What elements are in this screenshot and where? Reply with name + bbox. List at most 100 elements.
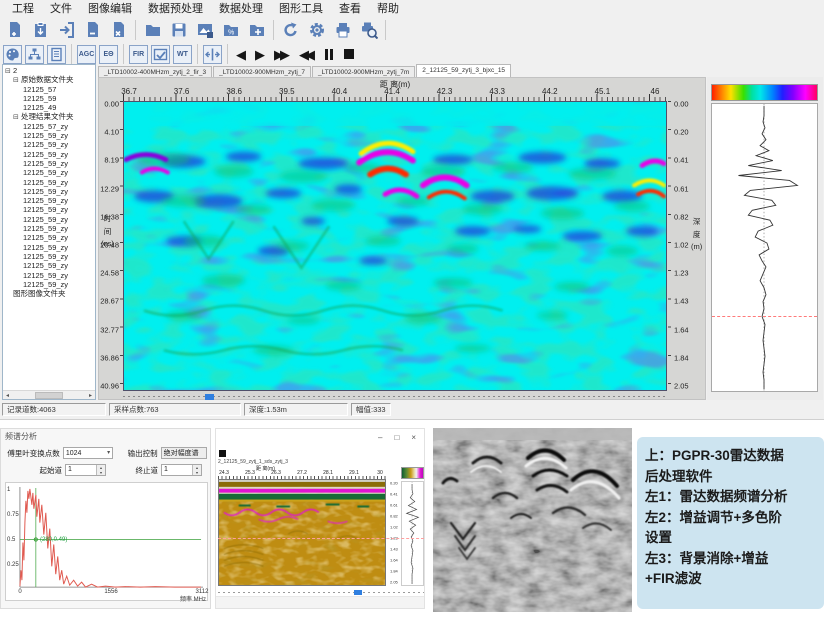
tab-profile-3[interactable]: _LTD10002-900MHzm_zytj_7m bbox=[312, 66, 415, 77]
collapse-icon[interactable]: ⊟ bbox=[5, 68, 11, 75]
scroll-position-marker[interactable] bbox=[354, 590, 362, 595]
collapse-icon[interactable]: ⊟ bbox=[13, 77, 19, 84]
stop-icon[interactable] bbox=[219, 450, 226, 457]
tree-item[interactable]: 12125_59_zy bbox=[5, 140, 95, 149]
tree-item[interactable]: 12125_59_zy bbox=[5, 196, 95, 205]
add-folder-icon[interactable] bbox=[245, 18, 268, 41]
tree-item[interactable]: 12125_57_zy bbox=[5, 122, 95, 131]
play-icon[interactable]: ▶ bbox=[255, 48, 265, 61]
fir-filter-button[interactable]: FIR bbox=[129, 45, 148, 64]
tree-item[interactable]: 12125_59_zy bbox=[5, 131, 95, 140]
spectrum-analysis-dialog: 频谱分析 傅里叶变换点数 1024▾ 输出控制 绝对幅度谱 起始道 1▴▾ 终止… bbox=[0, 428, 211, 609]
cut-folder-icon[interactable]: % bbox=[219, 18, 242, 41]
scroll-thumb[interactable] bbox=[35, 392, 63, 399]
tree-item[interactable]: 12125_59_zy bbox=[5, 168, 95, 177]
tree-item[interactable]: 12125_59_zy bbox=[5, 159, 95, 168]
profile-horizontal-scrollbar[interactable] bbox=[123, 394, 667, 400]
fit-width-icon[interactable] bbox=[203, 45, 222, 64]
end-trace-stepper[interactable]: 1▴▾ bbox=[161, 464, 202, 476]
menu-item[interactable]: 帮助 bbox=[369, 0, 407, 16]
maximize-button[interactable]: □ bbox=[394, 433, 399, 442]
save-icon[interactable] bbox=[167, 18, 190, 41]
tree-item[interactable]: 12125_59_zy bbox=[5, 187, 95, 196]
tree-item[interactable]: 12125_59 bbox=[5, 94, 95, 103]
tree-root[interactable]: ⊟ 2 bbox=[5, 66, 95, 75]
status-bar: 记录道数:4063采样点数:763深度:1.53m幅值:333 bbox=[0, 402, 824, 419]
tree-folder-raw[interactable]: ⊟ 原始数据文件夹 bbox=[5, 75, 95, 84]
gain-window-tab[interactable]: 2_12125_59_zytj_1_sds_zytj_3 bbox=[218, 459, 368, 465]
spin-down-icon[interactable]: ▾ bbox=[193, 470, 201, 475]
collapse-icon[interactable]: ⊟ bbox=[13, 114, 19, 121]
tree-item[interactable]: 12125_59_zy bbox=[5, 233, 95, 242]
menu-item[interactable]: 文件 bbox=[42, 0, 80, 16]
menu-item[interactable]: 查看 bbox=[331, 0, 369, 16]
depth-axis-ticks: 0.200.410.610.821.021.231.431.641.842.05 bbox=[387, 479, 401, 586]
delete-file-icon[interactable] bbox=[107, 18, 130, 41]
tree-item[interactable]: 12125_59_zy bbox=[5, 243, 95, 252]
axis-tick-label: 0.82 bbox=[390, 514, 398, 519]
profile-horizontal-scrollbar[interactable] bbox=[218, 589, 424, 596]
tree-horizontal-scrollbar[interactable]: ◂ ▸ bbox=[3, 390, 95, 399]
pause-icon[interactable] bbox=[325, 49, 333, 60]
palette-icon[interactable] bbox=[3, 45, 22, 64]
menu-item[interactable]: 数据处理 bbox=[211, 0, 271, 16]
tab-profile-2[interactable]: _LTD10002-900MHzm_zytj_7 bbox=[213, 66, 311, 77]
output-control-field[interactable]: 绝对幅度谱 bbox=[161, 447, 207, 459]
tree-item[interactable]: 12125_59_zy bbox=[5, 271, 95, 280]
refresh-icon[interactable] bbox=[279, 18, 302, 41]
menu-item[interactable]: 图形工具 bbox=[271, 0, 331, 16]
print-preview-icon[interactable] bbox=[357, 18, 380, 41]
tab-profile-1[interactable]: _LTD10002-400MHzm_zytj_2_fir_3 bbox=[98, 66, 212, 77]
tree-item[interactable]: 12125_59_zy bbox=[5, 205, 95, 214]
menu-item[interactable]: 数据预处理 bbox=[140, 0, 211, 16]
tree-item[interactable]: 12125_59_zy bbox=[5, 224, 95, 233]
tree-item[interactable]: 12125_59_zy bbox=[5, 178, 95, 187]
agc-button[interactable]: AGC bbox=[77, 45, 96, 64]
step-back-icon[interactable]: ◀ bbox=[236, 48, 246, 61]
menu-item[interactable]: 图像编辑 bbox=[80, 0, 140, 16]
fast-forward-icon[interactable]: ▶▶ bbox=[274, 48, 286, 61]
tree-item[interactable]: 12125_59_zy bbox=[5, 261, 95, 270]
tree-item[interactable]: 12125_49 bbox=[5, 103, 95, 112]
stop-icon[interactable] bbox=[344, 49, 354, 59]
tree-item[interactable]: 12125_59_zy bbox=[5, 150, 95, 159]
file-list-icon[interactable] bbox=[47, 45, 66, 64]
radar-bscan-image[interactable] bbox=[123, 101, 667, 391]
tree-item[interactable]: 12125_59_zy bbox=[5, 280, 95, 289]
tab-profile-4-active[interactable]: 2_12125_59_zytj_3_bjxc_15 bbox=[416, 64, 511, 77]
axis-tick-label: 28.67 bbox=[100, 297, 119, 306]
fft-points-select[interactable]: 1024▾ bbox=[63, 447, 113, 459]
settings-gear-icon[interactable] bbox=[305, 18, 328, 41]
remove-file-icon[interactable] bbox=[81, 18, 104, 41]
menu-item[interactable]: 工程 bbox=[4, 0, 42, 16]
end-trace-label: 终止道 bbox=[118, 465, 158, 476]
import-icon[interactable] bbox=[55, 18, 78, 41]
axis-tick-label: 40.96 bbox=[100, 382, 119, 391]
file-tree-panel: ⊟ 2 ⊟ 原始数据文件夹 12125_5712125_5912125_49 ⊟… bbox=[2, 64, 96, 400]
print-icon[interactable] bbox=[331, 18, 354, 41]
wavelet-button[interactable]: WT bbox=[173, 45, 192, 64]
scroll-right-icon[interactable]: ▸ bbox=[86, 392, 95, 399]
clipboard-paste-icon[interactable] bbox=[29, 18, 52, 41]
tree-item[interactable]: 12125_59_zy bbox=[5, 252, 95, 261]
tree-view-icon[interactable] bbox=[25, 45, 44, 64]
gain-radar-image[interactable] bbox=[218, 479, 386, 586]
tree-folder-images[interactable]: 图形图像文件夹 bbox=[5, 289, 95, 298]
rewind-icon[interactable]: ◀◀ bbox=[299, 48, 311, 61]
tree-item[interactable]: 12125_57 bbox=[5, 85, 95, 94]
save-image-icon[interactable] bbox=[193, 18, 216, 41]
scroll-left-icon[interactable]: ◂ bbox=[3, 392, 12, 399]
axis-tick-label: 0.00 bbox=[104, 100, 119, 109]
spin-down-icon[interactable]: ▾ bbox=[97, 470, 105, 475]
axis-tick-label: 36.86 bbox=[100, 353, 119, 362]
background-removal-button[interactable]: EΘ bbox=[99, 45, 118, 64]
scroll-position-marker[interactable] bbox=[205, 394, 214, 400]
tree-folder-processed[interactable]: ⊟ 处理结果文件夹 bbox=[5, 112, 95, 121]
start-trace-stepper[interactable]: 1▴▾ bbox=[65, 464, 106, 476]
tree-item[interactable]: 12125_59_zy bbox=[5, 215, 95, 224]
new-file-icon[interactable] bbox=[3, 18, 26, 41]
open-folder-icon[interactable] bbox=[141, 18, 164, 41]
minimize-button[interactable]: – bbox=[378, 433, 382, 442]
edit-check-icon[interactable] bbox=[151, 45, 170, 64]
close-button[interactable]: × bbox=[411, 433, 416, 442]
